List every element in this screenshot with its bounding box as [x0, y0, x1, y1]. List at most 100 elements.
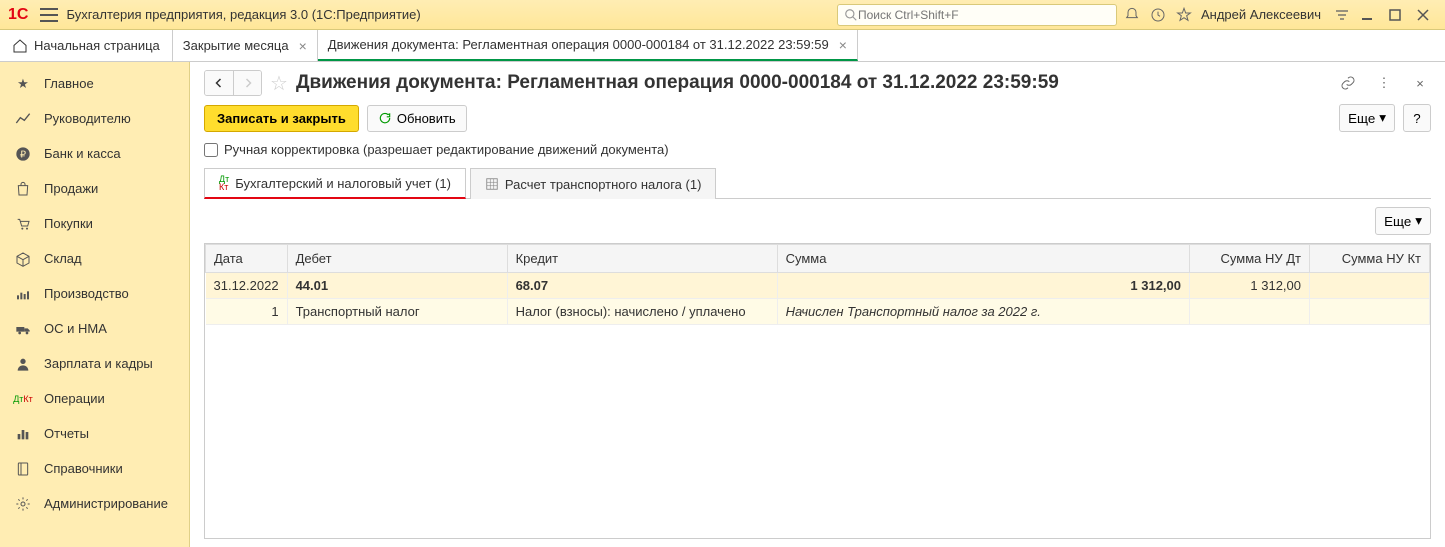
refresh-icon — [378, 111, 392, 125]
tab-label: Бухгалтерский и налоговый учет (1) — [235, 176, 451, 191]
manual-edit-label: Ручная корректировка (разрешает редактир… — [224, 142, 669, 157]
sidebar-item-label: Главное — [44, 76, 94, 91]
col-sum[interactable]: Сумма — [777, 245, 1189, 273]
col-debit[interactable]: Дебет — [287, 245, 507, 273]
inner-tabs: ДтКт Бухгалтерский и налоговый учет (1) … — [204, 167, 1431, 199]
dtkt-icon: ДтКт — [219, 175, 229, 191]
sidebar-item-label: Продажи — [44, 181, 98, 196]
tab-label: Движения документа: Регламентная операци… — [328, 37, 829, 52]
cell-empty — [1190, 299, 1310, 325]
cell-empty — [1310, 299, 1430, 325]
close-icon[interactable]: × — [839, 37, 847, 53]
cell-rownum: 1 — [206, 299, 288, 325]
search-field[interactable] — [858, 8, 1110, 22]
close-panel-icon[interactable]: × — [1409, 72, 1431, 94]
sidebar-item-label: ОС и НМА — [44, 321, 107, 336]
more-label: Еще — [1348, 111, 1375, 126]
sidebar-item-label: Руководителю — [44, 111, 131, 126]
sidebar-item-purchases[interactable]: Покупки — [0, 206, 189, 241]
minimize-button[interactable] — [1353, 4, 1381, 26]
search-icon — [844, 8, 858, 22]
ruble-icon: ₽ — [14, 146, 32, 162]
sidebar-item-label: Справочники — [44, 461, 123, 476]
chart-icon — [14, 111, 32, 127]
history-icon[interactable] — [1147, 4, 1169, 26]
logo-1c: 1C — [8, 6, 28, 24]
col-credit[interactable]: Кредит — [507, 245, 777, 273]
table-more-button[interactable]: Еще▾ — [1375, 207, 1431, 235]
truck-icon — [14, 321, 32, 337]
col-date[interactable]: Дата — [206, 245, 288, 273]
content-area: ☆ Движения документа: Регламентная опера… — [190, 62, 1445, 547]
tab-label: Расчет транспортного налога (1) — [505, 177, 702, 192]
factory-icon — [14, 286, 32, 302]
table-header-row: Дата Дебет Кредит Сумма Сумма НУ Дт Сумм… — [206, 245, 1430, 273]
page-title: Движения документа: Регламентная операци… — [296, 72, 1325, 94]
sidebar-item-assets[interactable]: ОС и НМА — [0, 311, 189, 346]
sidebar-item-manager[interactable]: Руководителю — [0, 101, 189, 136]
save-close-button[interactable]: Записать и закрыть — [204, 105, 359, 132]
maximize-button[interactable] — [1381, 4, 1409, 26]
sidebar-item-label: Операции — [44, 391, 105, 406]
app-title: Бухгалтерия предприятия, редакция 3.0 (1… — [66, 7, 420, 22]
grid-icon — [485, 177, 499, 191]
tab-document-movements[interactable]: Движения документа: Регламентная операци… — [318, 30, 858, 61]
refresh-label: Обновить — [397, 111, 456, 126]
back-button[interactable] — [205, 71, 233, 95]
sidebar-item-warehouse[interactable]: Склад — [0, 241, 189, 276]
sidebar-item-label: Зарплата и кадры — [44, 356, 153, 371]
sidebar-item-bank[interactable]: ₽Банк и касса — [0, 136, 189, 171]
more-button[interactable]: Еще▾ — [1339, 104, 1395, 132]
search-input[interactable] — [837, 4, 1117, 26]
book-icon — [14, 461, 32, 477]
tab-accounting[interactable]: ДтКт Бухгалтерский и налоговый учет (1) — [204, 168, 466, 199]
help-button[interactable]: ? — [1403, 104, 1431, 132]
sidebar: ★ Главное Руководителю ₽Банк и касса Прод… — [0, 62, 190, 547]
col-sum-nu-dt[interactable]: Сумма НУ Дт — [1190, 245, 1310, 273]
link-icon[interactable] — [1337, 72, 1359, 94]
sidebar-item-admin[interactable]: Администрирование — [0, 486, 189, 521]
cell-credit-text: Налог (взносы): начислено / уплачено — [507, 299, 777, 325]
table-row[interactable]: 1 Транспортный налог Налог (взносы): нач… — [206, 299, 1430, 325]
sidebar-item-directories[interactable]: Справочники — [0, 451, 189, 486]
cell-credit: 68.07 — [507, 273, 777, 299]
cell-date: 31.12.2022 — [206, 273, 288, 299]
tab-transport-tax[interactable]: Расчет транспортного налога (1) — [470, 168, 717, 199]
tab-month-closing[interactable]: Закрытие месяца × — [173, 30, 318, 61]
sidebar-item-operations[interactable]: ДтКтОперации — [0, 381, 189, 416]
bag-icon — [14, 181, 32, 197]
table-row[interactable]: 31.12.2022 44.01 68.07 1 312,00 1 312,00 — [206, 273, 1430, 299]
col-sum-nu-kt[interactable]: Сумма НУ Кт — [1310, 245, 1430, 273]
refresh-button[interactable]: Обновить — [367, 105, 467, 132]
titlebar: 1C Бухгалтерия предприятия, редакция 3.0… — [0, 0, 1445, 30]
user-name[interactable]: Андрей Алексеевич — [1201, 7, 1321, 22]
close-icon[interactable]: × — [299, 38, 307, 54]
gear-icon — [14, 496, 32, 512]
forward-button[interactable] — [233, 71, 261, 95]
home-icon — [12, 38, 28, 54]
cell-sum-nu-dt: 1 312,00 — [1190, 273, 1310, 299]
star-icon: ★ — [14, 76, 32, 92]
settings-lines-icon[interactable] — [1331, 4, 1353, 26]
home-tab[interactable]: Начальная страница — [0, 30, 173, 61]
close-button[interactable] — [1409, 4, 1437, 26]
star-icon[interactable] — [1173, 4, 1195, 26]
nav-buttons — [204, 70, 262, 96]
favorite-icon[interactable]: ☆ — [270, 71, 288, 96]
sidebar-item-label: Администрирование — [44, 496, 168, 511]
manual-edit-checkbox[interactable] — [204, 143, 218, 157]
sidebar-item-main[interactable]: ★ Главное — [0, 66, 189, 101]
more-label: Еще — [1384, 214, 1411, 229]
sidebar-item-sales[interactable]: Продажи — [0, 171, 189, 206]
sidebar-item-label: Склад — [44, 251, 82, 266]
more-vertical-icon[interactable]: ⋮ — [1373, 72, 1395, 94]
accounting-table: Дата Дебет Кредит Сумма Сумма НУ Дт Сумм… — [204, 243, 1431, 539]
sidebar-item-reports[interactable]: Отчеты — [0, 416, 189, 451]
bell-icon[interactable] — [1121, 4, 1143, 26]
cell-sum-nu-kt — [1310, 273, 1430, 299]
sidebar-item-hr[interactable]: Зарплата и кадры — [0, 346, 189, 381]
tabbar: Начальная страница Закрытие месяца × Дви… — [0, 30, 1445, 62]
bars-icon — [14, 426, 32, 442]
menu-icon[interactable] — [40, 8, 58, 22]
sidebar-item-production[interactable]: Производство — [0, 276, 189, 311]
